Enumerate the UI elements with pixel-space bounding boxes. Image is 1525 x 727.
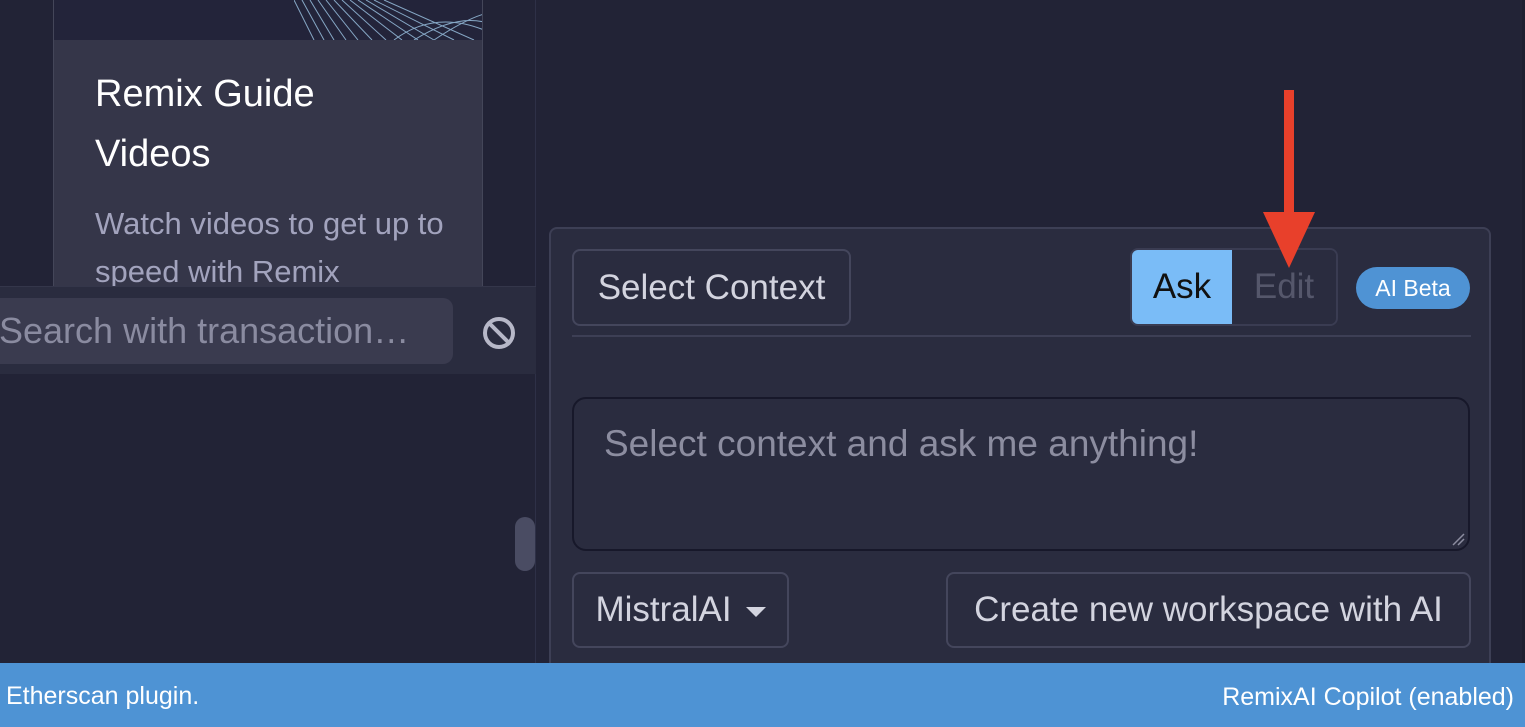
scrollbar-thumb[interactable] <box>515 517 535 571</box>
create-workspace-button[interactable]: Create new workspace with AI <box>946 572 1471 648</box>
model-select-dropdown[interactable]: MistralAI <box>572 572 789 648</box>
card-title: Remix Guide Videos <box>95 73 315 175</box>
guide-videos-card[interactable]: Remix Guide Videos Watch videos to get u… <box>53 0 483 286</box>
copilot-status[interactable]: RemixAI Copilot (enabled) <box>1222 683 1514 712</box>
divider <box>572 335 1471 337</box>
caret-down-icon <box>745 607 766 617</box>
mode-ask-button[interactable]: Ask <box>1132 250 1232 324</box>
transaction-search-input[interactable] <box>0 298 453 364</box>
ai-beta-badge: AI Beta <box>1356 267 1470 309</box>
card-description: Watch videos to get up to speed with Rem… <box>95 206 444 286</box>
prompt-area[interactable] <box>572 397 1470 551</box>
resize-grip-icon[interactable] <box>1451 532 1465 546</box>
remix-ai-panel: Select Context Ask Edit AI Beta MistralA… <box>549 227 1491 677</box>
card-banner-image <box>54 0 482 40</box>
ban-icon[interactable] <box>481 315 517 351</box>
left-panel: Remix Guide Videos Watch videos to get u… <box>0 0 536 663</box>
status-left-text[interactable]: Etherscan plugin. <box>6 682 199 711</box>
status-bar: Etherscan plugin. RemixAI Copilot (enabl… <box>0 663 1525 727</box>
remix-ide-window: Remix Guide Videos Watch videos to get u… <box>0 0 1525 727</box>
prompt-input[interactable] <box>574 399 1468 549</box>
select-context-button[interactable]: Select Context <box>572 249 851 326</box>
annotation-arrow-icon <box>1263 90 1315 268</box>
banner-pattern-icon <box>294 0 482 40</box>
model-label: MistralAI <box>595 590 732 629</box>
transaction-search[interactable] <box>0 298 453 364</box>
terminal-toolbar <box>0 286 536 374</box>
